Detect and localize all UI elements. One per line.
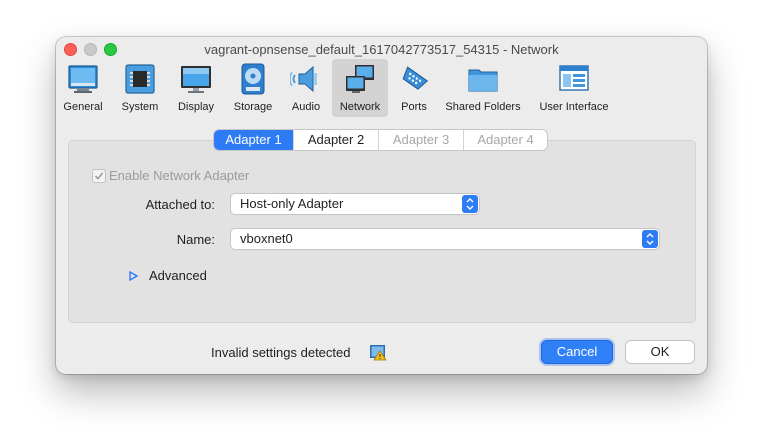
toolbar-item-shared-folders[interactable]: Shared Folders bbox=[442, 59, 524, 117]
tab-adapter-2[interactable]: Adapter 2 bbox=[294, 130, 379, 150]
toolbar-item-network[interactable]: Network bbox=[332, 59, 388, 117]
toolbar-item-user-interface[interactable]: User Interface bbox=[534, 59, 614, 117]
enable-adapter-checkbox[interactable] bbox=[92, 169, 106, 183]
ok-button[interactable]: OK bbox=[626, 341, 694, 363]
toolbar-label: Shared Folders bbox=[445, 101, 521, 113]
toolbar-label: General bbox=[63, 101, 103, 113]
settings-window: vagrant-opnsense_default_1617042773517_5… bbox=[56, 37, 707, 374]
settings-toolbar: General System Display Storage Audio Net… bbox=[56, 59, 707, 119]
toolbar-label: User Interface bbox=[539, 101, 609, 113]
toolbar-label: Network bbox=[339, 101, 381, 113]
chip-icon bbox=[125, 64, 155, 94]
window-title: vagrant-opnsense_default_1617042773517_5… bbox=[204, 42, 559, 57]
name-value: vboxnet0 bbox=[240, 231, 293, 246]
toolbar-label: Ports bbox=[401, 101, 427, 113]
adapter-tabs: Adapter 1 Adapter 2 Adapter 3 Adapter 4 bbox=[214, 130, 547, 150]
toolbar-item-display[interactable]: Display bbox=[172, 59, 220, 117]
toolbar-label: Storage bbox=[233, 101, 273, 113]
folder-icon bbox=[468, 69, 498, 92]
name-label: Name: bbox=[176, 232, 215, 247]
toolbar-item-ports[interactable]: Ports bbox=[392, 59, 436, 117]
disclosure-triangle-icon bbox=[129, 271, 138, 281]
cancel-button[interactable]: Cancel bbox=[542, 341, 612, 363]
tab-adapter-3[interactable]: Adapter 3 bbox=[379, 130, 464, 150]
toolbar-label: Display bbox=[177, 101, 215, 113]
status-message: Invalid settings detected bbox=[211, 345, 351, 360]
toolbar-label: System bbox=[121, 101, 159, 113]
advanced-label: Advanced bbox=[149, 268, 207, 283]
toolbar-item-storage[interactable]: Storage bbox=[228, 59, 278, 117]
warning-icon[interactable] bbox=[369, 343, 387, 361]
toolbar-item-system[interactable]: System bbox=[116, 59, 164, 117]
toolbar-item-audio[interactable]: Audio bbox=[284, 59, 328, 117]
toolbar-item-general[interactable]: General bbox=[60, 59, 106, 117]
disk-icon bbox=[241, 63, 265, 95]
up-down-arrows-icon bbox=[642, 230, 658, 248]
name-select[interactable]: vboxnet0 bbox=[231, 229, 659, 249]
up-down-arrows-icon bbox=[462, 195, 478, 213]
attached-to-label: Attached to: bbox=[145, 197, 215, 212]
tab-adapter-4[interactable]: Adapter 4 bbox=[464, 130, 547, 150]
toolbar-label: Audio bbox=[291, 101, 321, 113]
enable-adapter-label: Enable Network Adapter bbox=[109, 168, 250, 183]
serial-port-icon bbox=[402, 66, 429, 90]
attached-to-value: Host-only Adapter bbox=[240, 196, 344, 211]
monitor-icon bbox=[181, 66, 211, 93]
checkmark-icon bbox=[94, 172, 104, 180]
attached-to-select[interactable]: Host-only Adapter bbox=[231, 194, 479, 214]
general-icon bbox=[68, 65, 98, 93]
speaker-icon bbox=[290, 65, 317, 93]
title-bar[interactable]: vagrant-opnsense_default_1617042773517_5… bbox=[56, 37, 707, 61]
tab-adapter-1[interactable]: Adapter 1 bbox=[214, 130, 294, 150]
window-icon bbox=[559, 65, 589, 91]
network-icon bbox=[346, 65, 374, 93]
